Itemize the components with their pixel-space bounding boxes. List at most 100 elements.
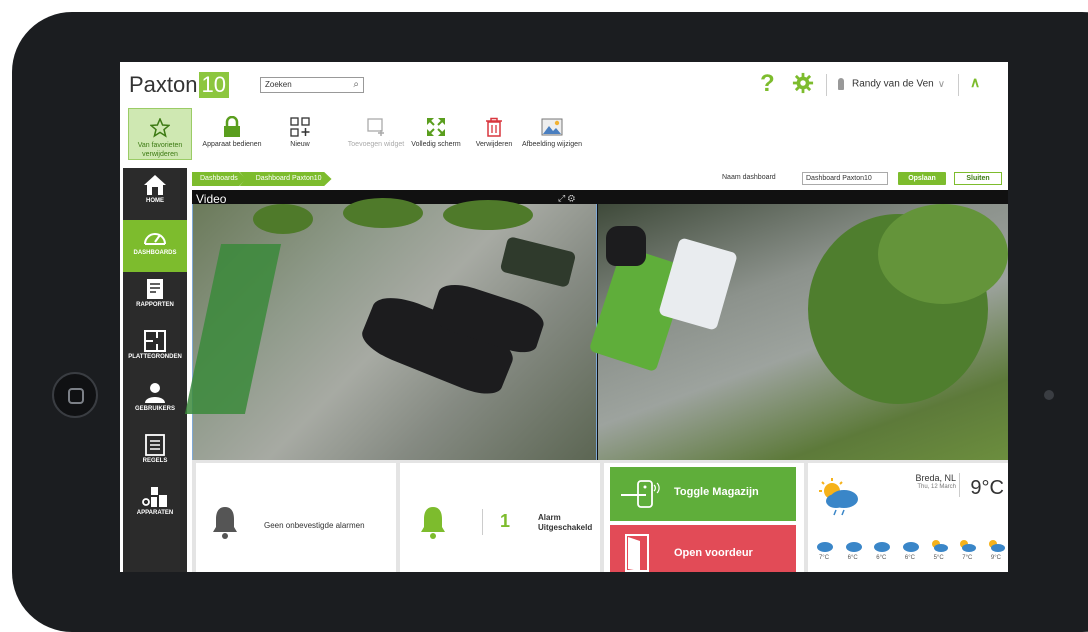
cloud-icon <box>845 542 862 552</box>
user-menu[interactable]: Randy van de Ven ∨ <box>838 78 945 90</box>
tablet-home-button <box>52 372 98 418</box>
add-widget-button[interactable]: Toevoegen widget <box>344 108 408 160</box>
add-widget-icon <box>367 118 384 136</box>
alarm-status-line2: Uitgeschakeld <box>538 523 593 532</box>
open-voordeur-button[interactable]: Open voordeur <box>610 525 796 572</box>
cloud-icon <box>874 542 891 552</box>
forecast-temp: 6°C <box>847 555 858 561</box>
fullscreen-icon <box>427 118 445 136</box>
camera-feed-2[interactable] <box>588 204 1008 460</box>
video-controls: ⤢ ⚙ <box>558 193 575 204</box>
gear-icon[interactable] <box>792 72 814 94</box>
dashboard-name-field[interactable]: Dashboard Paxton10 <box>802 172 888 185</box>
sidebar-item-rules[interactable]: REGELS <box>123 428 187 480</box>
weather-temp: 9°C <box>970 477 1004 499</box>
sidebar-item-label: APPARATEN <box>136 510 174 516</box>
star-icon <box>150 118 170 138</box>
sidebar: HOME DASHBOARDS RAPPORTEN PLATTEGRONDEN … <box>123 168 187 572</box>
toolbar-label: Van favorieten verwijderen <box>137 142 183 158</box>
toolbar-label: Afbeelding wijzigen <box>522 141 582 148</box>
sidebar-item-label: DASHBOARDS <box>133 250 177 256</box>
sidebar-item-label: GEBRUIKERS <box>134 406 175 412</box>
search-icon[interactable]: ⌕ <box>353 79 359 90</box>
bell-icon <box>213 507 237 539</box>
app-logo[interactable]: Paxton 10 <box>129 72 229 98</box>
settings-icon[interactable]: ⚙ <box>568 193 575 203</box>
chevron-down-icon: ∨ <box>937 78 946 90</box>
toggle-magazijn-button[interactable]: Toggle Magazijn <box>610 467 796 521</box>
delete-button[interactable]: Verwijderen <box>462 108 526 160</box>
sidebar-item-label: HOME <box>146 198 164 204</box>
toggle-magazijn-label: Toggle Magazijn <box>674 486 759 498</box>
door-open-icon <box>625 534 649 572</box>
weather-date: Thu, 12 March <box>917 484 956 490</box>
dashboard-name-label: Naam dashboard <box>722 174 776 181</box>
logo-badge: 10 <box>198 72 229 98</box>
access-widget: Toggle Magazijn Open voordeur <box>604 463 804 572</box>
forecast-temp: 9°C <box>990 555 1001 561</box>
toolbar: Van favorieten verwijderen Apparaat bedi… <box>120 108 1008 168</box>
toolbar-label: Verwijderen <box>475 141 513 148</box>
user-icon <box>145 383 165 403</box>
sun-cloud-icon <box>960 540 977 552</box>
rules-icon <box>145 434 165 456</box>
alarm-count: 1 <box>500 511 511 531</box>
floorplan-icon <box>144 330 166 352</box>
image-icon <box>541 118 563 136</box>
divider <box>959 473 960 497</box>
toolbar-label: Apparaat bedienen <box>202 141 262 148</box>
forecast-temp: 5°C <box>933 555 944 561</box>
alarms-text: Geen onbevestigde alarmen <box>264 521 365 530</box>
sidebar-item-home[interactable]: HOME <box>123 168 187 220</box>
divider <box>482 509 483 535</box>
widgets-row: Geen onbevestigde alarmen 1 Alarm Uitges… <box>192 460 1008 572</box>
camera-feed-1[interactable] <box>184 198 597 460</box>
sidebar-item-reports[interactable]: RAPPORTEN <box>123 272 187 324</box>
sidebar-item-users[interactable]: GEBRUIKERS <box>123 376 187 428</box>
alarm-status-line1: Alarm <box>538 513 561 522</box>
sidebar-item-devices[interactable]: APPARATEN <box>123 480 187 532</box>
report-icon <box>147 279 163 299</box>
alarms-widget: Geen onbevestigde alarmen <box>196 463 396 572</box>
home-icon <box>144 175 166 195</box>
weather-forecast: 7°C 6°C 6°C 6°C 5°C 7°C 9°C <box>812 539 1008 561</box>
breadcrumb-current[interactable]: Dashboard Paxton10 <box>239 172 332 186</box>
alarm-status-widget: 1 Alarm Uitgeschakeld <box>400 463 600 572</box>
breadcrumb-bar: Dashboards Dashboard Paxton10 Naam dashb… <box>192 172 1008 186</box>
change-image-button[interactable]: Afbeelding wijzigen <box>520 108 584 160</box>
save-button[interactable]: Opslaan <box>898 172 946 185</box>
video-title: Video <box>196 192 227 206</box>
app-screen: Paxton 10 Zoeken ⌕ ? Randy van de Ven ∨ ∧ … <box>120 62 1008 572</box>
partly-cloudy-rain-icon <box>819 478 858 516</box>
sun-cloud-icon <box>931 540 948 552</box>
fullscreen-button[interactable]: Volledig scherm <box>404 108 468 160</box>
open-voordeur-label: Open voordeur <box>674 547 753 559</box>
expand-icon[interactable]: ⤢ <box>558 193 565 203</box>
door-lock-icon <box>621 480 660 508</box>
forecast-temp: 6°C <box>876 555 887 561</box>
cloud-icon <box>902 542 919 552</box>
forecast-day: 6°C <box>841 539 865 561</box>
sidebar-item-dashboards[interactable]: DASHBOARDS <box>123 220 187 272</box>
lock-icon <box>224 116 240 137</box>
new-button[interactable]: Nieuw <box>268 108 332 160</box>
breadcrumb-dashboards[interactable]: Dashboards <box>192 172 246 186</box>
forecast-day: 9°C <box>984 539 1008 561</box>
bell-icon <box>421 507 445 539</box>
user-name: Randy van de Ven <box>852 78 934 90</box>
search-input[interactable]: Zoeken ⌕ <box>260 77 364 93</box>
operate-device-button[interactable]: Apparaat bedienen <box>200 108 264 160</box>
gauge-icon <box>144 233 166 245</box>
sidebar-item-label: REGELS <box>142 458 168 464</box>
collapse-toolbar-icon[interactable]: ∧ <box>970 74 980 91</box>
topbar-divider <box>958 74 959 96</box>
close-button[interactable]: Sluiten <box>954 172 1002 185</box>
sidebar-item-floorplans[interactable]: PLATTEGRONDEN <box>123 324 187 376</box>
forecast-day: 7°C <box>812 539 836 561</box>
forecast-temp: 7°C <box>818 555 830 561</box>
remove-favorite-button[interactable]: Van favorieten verwijderen <box>128 108 192 160</box>
video-widget: Video ⤢ ⚙ <box>184 190 1008 460</box>
toolbar-label: Toevoegen widget <box>347 141 405 148</box>
help-icon[interactable]: ? <box>760 70 775 98</box>
breadcrumb: Dashboards Dashboard Paxton10 <box>192 172 332 186</box>
